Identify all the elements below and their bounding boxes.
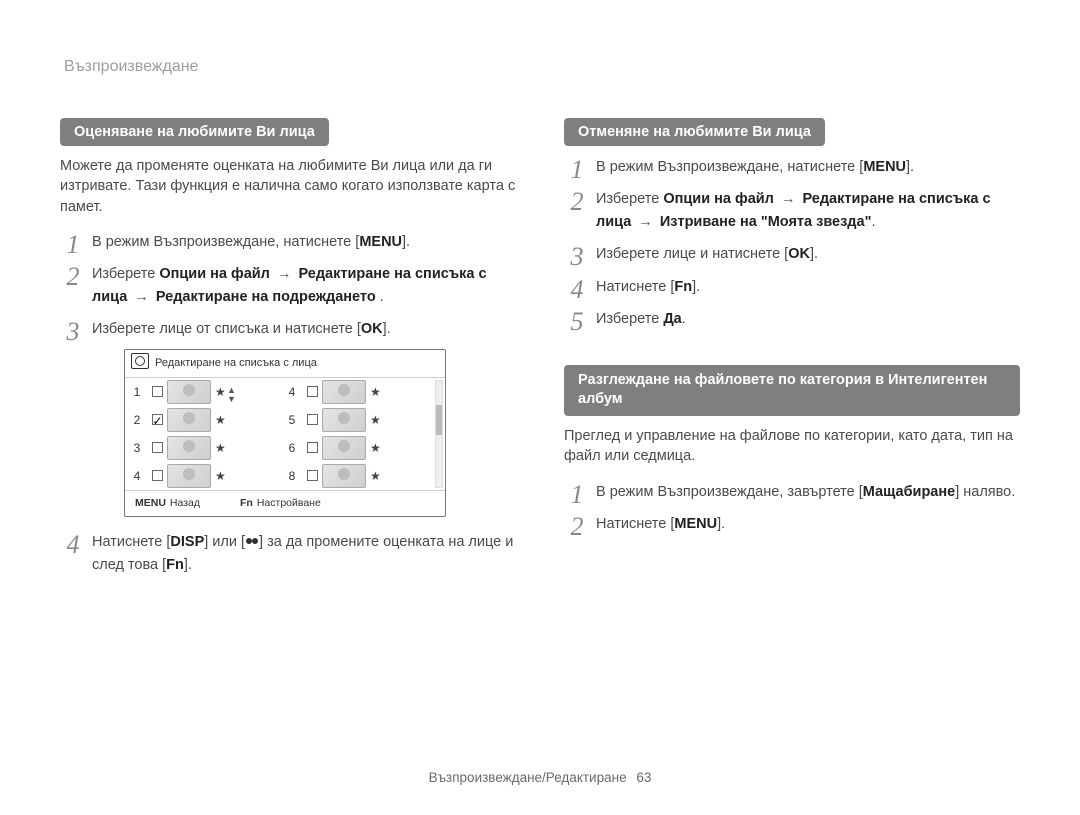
face-thumbnail bbox=[322, 464, 366, 488]
right-column: Отменяне на любимите Ви лица 1 В режим В… bbox=[564, 118, 1020, 586]
scrollbar bbox=[435, 380, 443, 488]
face-thumbnail bbox=[167, 436, 211, 460]
checkbox bbox=[307, 386, 318, 397]
step-1: 1 В режим Възпроизвеждане, натиснете [ME… bbox=[60, 231, 516, 253]
page-footer: Възпроизвеждане/Редактиране 63 bbox=[0, 770, 1080, 785]
step-3: 3 Изберете лице и натиснете [OK]. bbox=[564, 243, 1020, 265]
step-1: 1 В режим Възпроизвеждане, завъртете [Ма… bbox=[564, 481, 1020, 503]
macro-flower-icon bbox=[245, 534, 259, 548]
checkbox-checked bbox=[152, 414, 163, 425]
up-down-arrows-icon: ▲▼ bbox=[227, 386, 236, 404]
step-3: 3 Изберете лице от списъка и натиснете [… bbox=[60, 318, 516, 517]
face-list-icon bbox=[131, 353, 149, 369]
step-2: 2 Натиснете [MENU]. bbox=[564, 513, 1020, 535]
left-column: Оценяване на любимите Ви лица Можете да … bbox=[60, 118, 516, 586]
step-4: 4 Натиснете [DISP] или [] за да променит… bbox=[60, 531, 516, 576]
face-thumbnail bbox=[167, 380, 211, 404]
checkbox bbox=[307, 414, 318, 425]
checkbox bbox=[152, 442, 163, 453]
face-thumbnail bbox=[322, 408, 366, 432]
steps-list-rate: 1 В режим Възпроизвеждане, натиснете [ME… bbox=[60, 231, 516, 576]
face-thumbnail bbox=[322, 380, 366, 404]
manual-page: Възпроизвеждане Оценяване на любимите Ви… bbox=[0, 0, 1080, 815]
camera-lcd-preview: Редактиране на списъка с лица ▲▼ 1 ★ 4 ★ bbox=[124, 349, 446, 517]
steps-list-cancel: 1 В режим Възпроизвеждане, натиснете [ME… bbox=[564, 156, 1020, 331]
checkbox bbox=[152, 470, 163, 481]
section-intro: Можете да променяте оценката на любимите… bbox=[60, 156, 516, 217]
section-heading-smart-album: Разглеждане на файловете по категория в … bbox=[564, 365, 1020, 416]
face-thumbnail bbox=[167, 464, 211, 488]
footer-section-label: Възпроизвеждане/Редактиране bbox=[429, 770, 627, 785]
step-5: 5 Изберете Да. bbox=[564, 308, 1020, 330]
steps-list-smart-album: 1 В режим Възпроизвеждане, завъртете [Ма… bbox=[564, 481, 1020, 536]
ok-key-label: OK bbox=[361, 318, 383, 340]
lcd-bottom-bar: MENUНазад FnНастройване bbox=[125, 491, 445, 516]
lcd-face-grid: 1 ★ 4 ★ 2 ★ 5 bbox=[125, 378, 445, 491]
section-heading-cancel-faces: Отменяне на любимите Ви лица bbox=[564, 118, 825, 146]
fn-key-label: Fn bbox=[166, 554, 184, 576]
face-thumbnail bbox=[167, 408, 211, 432]
section-heading-rate-faces: Оценяване на любимите Ви лица bbox=[60, 118, 329, 146]
checkbox bbox=[152, 386, 163, 397]
step-2: 2 Изберете Опции на файл → Редактиране н… bbox=[564, 188, 1020, 233]
menu-key-label: MENU bbox=[359, 231, 402, 253]
page-number: 63 bbox=[636, 770, 651, 785]
checkbox bbox=[307, 470, 318, 481]
step-2: 2 Изберете Опции на файл → Редактиране н… bbox=[60, 263, 516, 308]
two-column-layout: Оценяване на любимите Ви лица Можете да … bbox=[60, 118, 1020, 586]
face-thumbnail bbox=[322, 436, 366, 460]
step-1: 1 В режим Възпроизвеждане, натиснете [ME… bbox=[564, 156, 1020, 178]
checkbox bbox=[307, 442, 318, 453]
lcd-title-bar: Редактиране на списъка с лица bbox=[125, 350, 445, 378]
step-4: 4 Натиснете [Fn]. bbox=[564, 276, 1020, 298]
disp-key-label: DISP bbox=[170, 531, 204, 553]
breadcrumb: Възпроизвеждане bbox=[64, 58, 1020, 76]
section-intro-2: Преглед и управление на файлове по катег… bbox=[564, 426, 1020, 467]
